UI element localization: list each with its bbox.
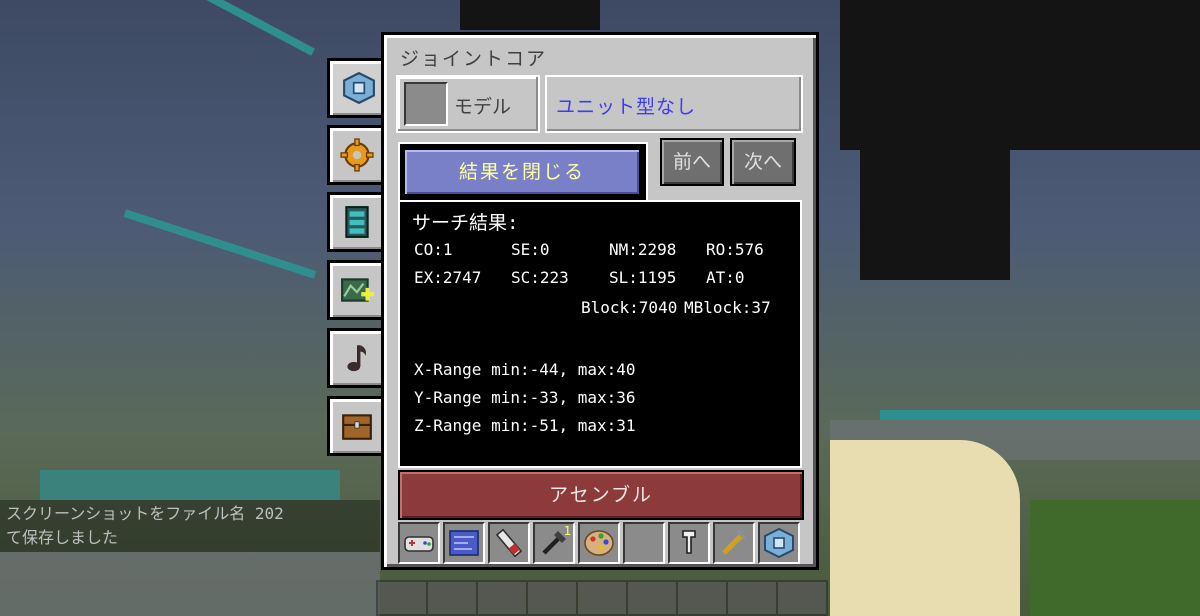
hotbar-slot[interactable] bbox=[428, 582, 476, 614]
stat-block: Block:7040 bbox=[581, 298, 678, 317]
next-button[interactable]: 次へ bbox=[730, 138, 796, 186]
prev-button[interactable]: 前へ bbox=[660, 138, 724, 186]
bg-teal-beam-1 bbox=[205, 0, 315, 56]
wrench-tube-icon bbox=[495, 528, 523, 558]
tool-count: 1 bbox=[563, 524, 571, 538]
side-tab-machine[interactable] bbox=[327, 58, 387, 118]
hotbar-slot[interactable] bbox=[578, 582, 626, 614]
side-tab-settings[interactable] bbox=[327, 125, 383, 185]
stat-ro: RO:576 bbox=[706, 240, 764, 259]
stat-sc: SC:223 bbox=[511, 268, 569, 287]
assemble-button[interactable]: アセンブル bbox=[398, 470, 804, 520]
music-note-icon bbox=[346, 345, 366, 372]
tool-slot[interactable] bbox=[578, 522, 620, 564]
z-range: Z-Range min:-51, max:31 bbox=[414, 416, 636, 435]
hotbar-slot[interactable] bbox=[528, 582, 576, 614]
machine-block-icon bbox=[764, 527, 794, 559]
player-hotbar bbox=[376, 580, 828, 616]
tool-slot[interactable] bbox=[488, 522, 530, 564]
hotbar-slot[interactable] bbox=[628, 582, 676, 614]
window-title: ジョイントコア bbox=[400, 48, 548, 70]
close-results-button[interactable]: 結果を閉じる bbox=[403, 148, 641, 196]
chat-line: スクリーンショットをファイル名 202 bbox=[6, 504, 284, 523]
tool-slot[interactable] bbox=[443, 522, 485, 564]
unit-type-value: ユニット型なし bbox=[556, 96, 697, 118]
hotbar-slot[interactable] bbox=[678, 582, 726, 614]
stat-mblock: MBlock:37 bbox=[684, 298, 771, 317]
results-heading: サーチ結果: bbox=[412, 212, 519, 234]
map-add-icon bbox=[340, 278, 374, 302]
bg-sand-block bbox=[830, 440, 1020, 616]
side-tab-map[interactable] bbox=[327, 260, 383, 320]
side-tab-storage[interactable] bbox=[327, 192, 383, 252]
bg-structure-top bbox=[840, 0, 1200, 150]
tool-slots: 1 bbox=[398, 522, 802, 566]
teal-cabinet-icon bbox=[344, 206, 369, 238]
hook-icon bbox=[682, 530, 696, 554]
machine-block-icon bbox=[342, 71, 375, 105]
gold-tool-icon bbox=[722, 529, 748, 555]
bg-teal-beam-3 bbox=[880, 410, 1200, 420]
model-label: モデル bbox=[454, 96, 512, 118]
tool-slot[interactable] bbox=[398, 522, 440, 564]
gear-icon bbox=[339, 138, 374, 172]
hotbar-slot[interactable] bbox=[728, 582, 776, 614]
y-range: Y-Range min:-33, max:36 bbox=[414, 388, 636, 407]
stat-co: CO:1 bbox=[414, 240, 453, 259]
side-tab-chest[interactable] bbox=[327, 396, 383, 456]
tool-slot[interactable]: 1 bbox=[533, 522, 575, 564]
bg-teal-ground bbox=[40, 470, 340, 500]
stat-nm: NM:2298 bbox=[609, 240, 677, 259]
blueprint-icon bbox=[449, 530, 479, 556]
hotbar-slot[interactable] bbox=[778, 582, 826, 614]
model-slot[interactable] bbox=[404, 82, 448, 126]
stat-se: SE:0 bbox=[511, 240, 550, 259]
tool-slot[interactable] bbox=[713, 522, 755, 564]
stat-sl: SL:1195 bbox=[609, 268, 677, 287]
chest-icon bbox=[341, 414, 372, 440]
bg-structure-upper-left bbox=[460, 0, 600, 30]
hotbar-slot[interactable] bbox=[378, 582, 426, 614]
hotbar-slot[interactable] bbox=[478, 582, 526, 614]
tool-slot-empty[interactable] bbox=[623, 522, 665, 564]
chat-overlay: スクリーンショットをファイル名 202 て保存しました bbox=[0, 500, 380, 552]
bg-stone-ground bbox=[0, 552, 380, 616]
stat-ex: EX:2747 bbox=[414, 268, 482, 287]
side-tab-sound[interactable] bbox=[327, 328, 383, 388]
bg-grass-right bbox=[1030, 500, 1200, 616]
x-range: X-Range min:-44, max:40 bbox=[414, 360, 636, 379]
stat-at: AT:0 bbox=[706, 268, 745, 287]
tool-slot[interactable] bbox=[758, 522, 800, 564]
palette-icon bbox=[584, 530, 614, 556]
tool-slot[interactable] bbox=[668, 522, 710, 564]
bg-teal-beam-2 bbox=[123, 209, 317, 279]
controller-icon bbox=[404, 536, 434, 552]
bg-structure-mid bbox=[860, 150, 1010, 280]
chat-line: て保存しました bbox=[6, 528, 119, 547]
